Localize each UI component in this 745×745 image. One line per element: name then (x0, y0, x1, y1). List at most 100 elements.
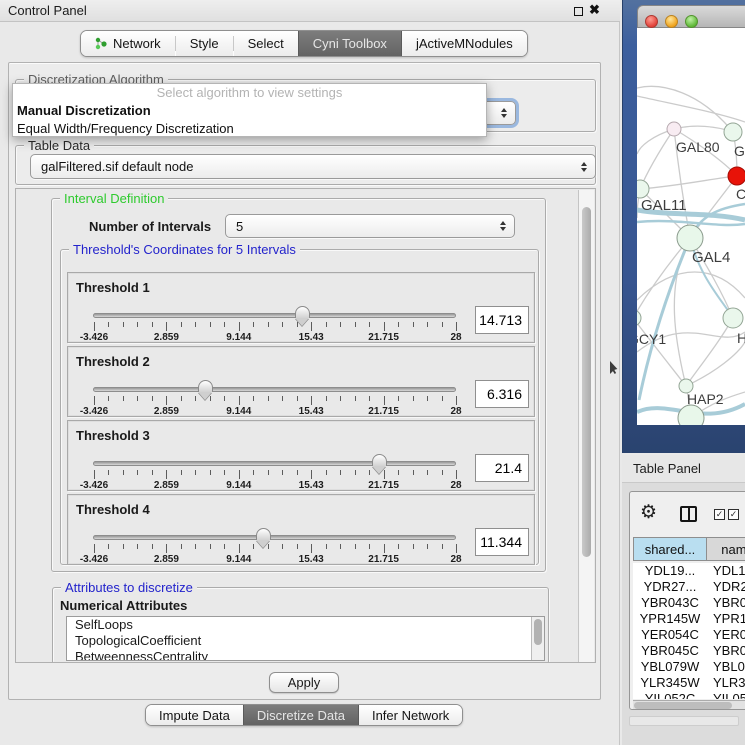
slider-tick (384, 396, 385, 405)
slider-tick (239, 544, 240, 553)
slider-tick (384, 322, 385, 331)
slider-track[interactable] (93, 535, 456, 540)
apply-button[interactable]: Apply (269, 672, 339, 693)
table-data-select[interactable]: galFiltered.sif default node (30, 154, 596, 179)
slider-tick (137, 544, 138, 549)
slider-track[interactable] (93, 313, 456, 318)
slider-track[interactable] (93, 461, 456, 466)
slider-thumb[interactable] (372, 454, 387, 466)
algorithm-option[interactable]: Equal Width/Frequency Discretization (13, 120, 486, 138)
slider-tick (94, 396, 95, 405)
zoom-window-icon[interactable] (685, 15, 698, 28)
threshold-value-field[interactable]: 11.344 (475, 528, 529, 556)
minimize-window-icon[interactable] (665, 15, 678, 28)
slider-tick-label: -3.426 (80, 406, 108, 417)
select-none-checkbox-icon[interactable]: ✓ (728, 509, 739, 520)
panel-divider (629, 716, 739, 726)
control-panel-window: Control Panel ✖ NetworkStyleSelectCyni T… (0, 0, 620, 745)
attribute-list-item[interactable]: SelfLoops (67, 617, 544, 633)
slider-tick (398, 544, 399, 549)
slider-tick-label: 2.859 (154, 406, 179, 417)
scrollbar-thumb[interactable] (634, 702, 732, 709)
scrollbar-thumb[interactable] (582, 207, 591, 557)
attribute-list-item[interactable]: BetweennessCentrality (67, 649, 544, 661)
cell-shared-name: YDR27... (633, 579, 707, 595)
slider-tick (311, 544, 312, 553)
table-rows[interactable]: YDL19...YDL19...YDR27...YDR27...YBR043CY… (633, 563, 745, 699)
screen: Control Panel ✖ NetworkStyleSelectCyni T… (0, 0, 745, 745)
tab-label: Cyni Toolbox (313, 36, 387, 51)
table-row[interactable]: YBR043CYBR043C (633, 595, 745, 611)
slider-thumb[interactable] (198, 380, 213, 392)
slider-tick (340, 396, 341, 401)
combo-arrows-icon (501, 108, 507, 118)
cell-name: YDL19... (707, 563, 745, 579)
cell-name: YPR145W (707, 611, 745, 627)
slider-tick (340, 470, 341, 475)
close-window-icon[interactable] (645, 15, 658, 28)
table-data-value: galFiltered.sif default node (41, 159, 193, 174)
slider-thumb[interactable] (295, 306, 310, 318)
algorithm-option[interactable]: Manual Discretization (13, 102, 486, 120)
bottom-tab-impute-data[interactable]: Impute Data (146, 705, 243, 725)
number-of-intervals-select[interactable]: 5 (225, 214, 515, 238)
attributes-group-title: Attributes to discretize (61, 580, 197, 595)
network-icon (95, 37, 108, 50)
slider-thumb[interactable] (256, 528, 271, 540)
attribute-list-item[interactable]: TopologicalCoefficient (67, 633, 544, 649)
threshold-panel: Threshold 4-3.4262.8599.14415.4321.71528… (67, 494, 535, 565)
cell-shared-name: YBL079W (633, 659, 707, 675)
table-row[interactable]: YBR045CYBR045C (633, 643, 745, 659)
slider-tick (282, 396, 283, 401)
slider-tick (224, 470, 225, 475)
slider-track[interactable] (93, 387, 456, 392)
bottom-tab-discretize-data[interactable]: Discretize Data (243, 705, 359, 725)
cell-shared-name: YDL19... (633, 563, 707, 579)
slider-tick (427, 322, 428, 327)
slider-tick (253, 396, 254, 401)
threshold-panel: Threshold 3-3.4262.8599.14415.4321.71528… (67, 420, 535, 491)
network-window-titlebar[interactable] (637, 5, 745, 28)
tab-select[interactable]: Select (234, 31, 298, 56)
attributes-list-scrollbar[interactable] (531, 617, 544, 660)
table-row[interactable]: YDL19...YDL19... (633, 563, 745, 579)
slider-tick (268, 322, 269, 327)
numerical-attributes-label: Numerical Attributes (60, 598, 187, 613)
settings-scrollbar[interactable] (578, 190, 594, 663)
numerical-attributes-list[interactable]: SelfLoopsTopologicalCoefficientBetweenne… (66, 616, 545, 661)
threshold-value-field[interactable]: 21.4 (475, 454, 529, 482)
column-layout-icon[interactable] (680, 506, 697, 522)
column-header-name[interactable]: name (707, 537, 745, 561)
slider-tick-label: 9.144 (226, 406, 251, 417)
table-horizontal-scrollbar[interactable] (633, 700, 745, 709)
algorithm-popup-hint: Select algorithm to view settings (13, 84, 486, 102)
slider-tick-label: -3.426 (80, 554, 108, 565)
scrollbar-thumb[interactable] (534, 619, 542, 645)
table-settings-gear-icon[interactable]: ⚙ (640, 503, 657, 522)
float-panel-icon[interactable] (574, 7, 583, 16)
tab-cyni-toolbox[interactable]: Cyni Toolbox (298, 31, 402, 56)
select-all-checkbox-icon[interactable]: ✓ (714, 509, 725, 520)
tab-style[interactable]: Style (176, 31, 233, 56)
slider-tick-label: -3.426 (80, 332, 108, 343)
table-row[interactable]: YDR27...YDR27... (633, 579, 745, 595)
close-icon[interactable]: ✖ (589, 2, 600, 18)
table-row[interactable]: YLR345WYLR345W (633, 675, 745, 691)
slider-tick (239, 396, 240, 405)
tab-network[interactable]: Network (81, 31, 175, 56)
table-panel-titlebar: Table Panel (622, 455, 745, 483)
thresholds-group-title: Threshold's Coordinates for 5 Intervals (69, 242, 300, 257)
bottom-tab-infer-network[interactable]: Infer Network (359, 705, 462, 725)
slider-tick (297, 396, 298, 401)
table-row[interactable]: YIL052CYIL052C (633, 691, 745, 699)
table-row[interactable]: YPR145WYPR145W (633, 611, 745, 627)
slider-tick (369, 470, 370, 475)
tab-jactivemnodules[interactable]: jActiveMNodules (402, 31, 527, 56)
slider-tick-label: 28 (450, 406, 461, 417)
table-row[interactable]: YBL079WYBL079W (633, 659, 745, 675)
column-header-shared-name[interactable]: shared... (633, 537, 707, 561)
table-row[interactable]: YER054CYER054C (633, 627, 745, 643)
threshold-value-field[interactable]: 6.316 (475, 380, 529, 408)
slider-tick-label: 2.859 (154, 554, 179, 565)
threshold-value-field[interactable]: 14.713 (475, 306, 529, 334)
